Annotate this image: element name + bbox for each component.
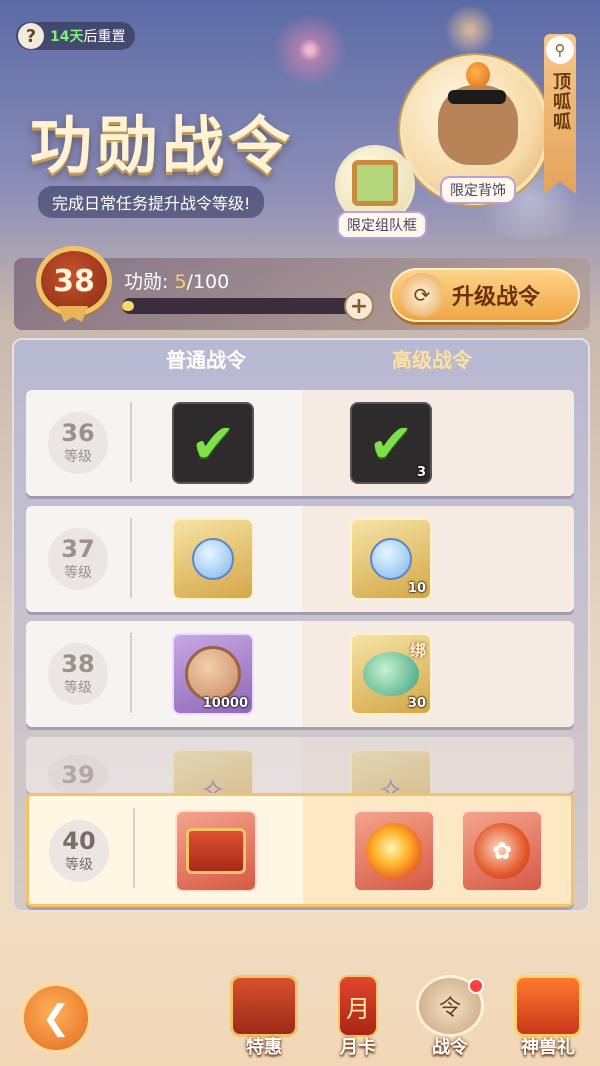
premium-reward-slot[interactable]: ✔ 3 xyxy=(350,402,432,484)
reward-count: 3 xyxy=(416,465,426,480)
row-level-badge: 36 等级 xyxy=(48,412,108,474)
merit-progress-fill xyxy=(122,301,134,311)
row-level-badge: 39 xyxy=(48,755,108,793)
nav-month-card[interactable]: 月 月卡 xyxy=(318,975,398,1066)
row-divider xyxy=(130,633,132,713)
nav-label: 神兽礼 xyxy=(521,1037,575,1058)
firework-decoration xyxy=(270,10,350,90)
premium-reward-slot[interactable]: ✧ xyxy=(350,749,432,793)
row-level-badge: 38 等级 xyxy=(48,643,108,705)
row-divider xyxy=(130,402,132,482)
month-card-icon: 月 xyxy=(338,975,378,1037)
page-subtitle: 完成日常任务提升战令等级! xyxy=(38,186,265,218)
merit-progress-bar xyxy=(122,298,354,314)
reward-count: 10000 xyxy=(202,696,248,711)
premium-row-background xyxy=(302,390,574,496)
page-title: 功勋战令 xyxy=(30,109,295,182)
row-level-badge: 40 等级 xyxy=(49,820,109,882)
row-level-badge: 37 等级 xyxy=(48,528,108,590)
upgrade-pass-button[interactable]: ⟳ 升级战令 xyxy=(390,268,580,322)
premium-row-background xyxy=(302,621,574,727)
firework-decoration xyxy=(440,0,500,60)
back-arrow-icon: ❮ xyxy=(41,998,71,1038)
reward-count: 10 xyxy=(407,581,426,596)
normal-reward-slot[interactable] xyxy=(172,518,254,600)
coin-icon xyxy=(185,646,241,702)
featured-frame-label: 限定组队框 xyxy=(337,211,427,239)
treasure-chest-icon xyxy=(186,828,246,874)
current-level-badge: 38 xyxy=(36,246,112,316)
reward-row: 38 等级 10000 绑 30 xyxy=(26,621,574,727)
fire-orb-icon xyxy=(366,823,422,879)
add-merit-button[interactable]: + xyxy=(344,291,374,321)
team-frame-icon xyxy=(352,160,398,206)
reward-row: 36 等级 ✔ ✔ 3 xyxy=(26,390,574,496)
bound-badge: 绑 xyxy=(409,641,426,660)
claimed-check-icon: ✔ xyxy=(190,411,236,475)
nav-label: 特惠 xyxy=(246,1037,282,1058)
nav-label: 战令 xyxy=(432,1037,468,1058)
premium-row-background xyxy=(302,506,574,612)
premium-reward-slot[interactable]: 绑 30 xyxy=(350,633,432,715)
upgrade-pass-label: 升级战令 xyxy=(452,285,541,310)
potion-icon xyxy=(192,538,234,580)
claimed-check-icon: ✔ xyxy=(368,411,414,475)
normal-reward-slot[interactable]: ✔ xyxy=(172,402,254,484)
normal-reward-slot[interactable]: ✧ xyxy=(172,749,254,793)
premium-reward-slot-2[interactable]: ✿ xyxy=(461,810,543,892)
reset-timer: 14天后重置 xyxy=(50,29,126,45)
reward-row: 39 ✧ ✧ xyxy=(26,737,574,793)
battle-pass-screen: ? 14天后重置 功勋战令 完成日常任务提升战令等级! 限定背饰 限定组队框 顶… xyxy=(0,0,600,1066)
nav-label: 月卡 xyxy=(340,1037,376,1058)
question-icon[interactable]: ? xyxy=(18,23,44,49)
featured-backpiece-label: 限定背饰 xyxy=(440,176,516,204)
back-button[interactable]: ❮ xyxy=(20,982,92,1054)
gift-chest-icon xyxy=(514,975,582,1037)
reward-row-highlighted: 40 等级 ✿ xyxy=(26,793,574,907)
premium-row-background xyxy=(302,737,574,793)
column-header-normal: 普通战令 xyxy=(166,348,246,372)
reward-count: 30 xyxy=(407,696,426,711)
nav-divine-beast-gift[interactable]: 神兽礼 xyxy=(508,975,588,1066)
premium-reward-slot[interactable]: 10 xyxy=(350,518,432,600)
row-divider xyxy=(130,518,132,598)
sunglasses-icon xyxy=(448,90,506,104)
column-header-premium: 高级战令 xyxy=(392,348,472,372)
orange-ornament-icon xyxy=(466,62,490,88)
normal-reward-slot[interactable] xyxy=(175,810,257,892)
reward-row: 37 等级 10 xyxy=(26,506,574,612)
nav-special-offer[interactable]: 特惠 xyxy=(224,975,304,1066)
normal-reward-slot[interactable]: 10000 xyxy=(172,633,254,715)
purple-claw-icon: ✧ xyxy=(378,772,404,794)
upgrade-arrow-icon: ⟳ xyxy=(400,273,444,317)
potion-icon xyxy=(370,538,412,580)
premium-reward-slot[interactable] xyxy=(353,810,435,892)
row-divider xyxy=(133,808,135,888)
side-tab-label: 顶呱呱 xyxy=(550,72,571,132)
paw-orb-icon: ✿ xyxy=(474,823,530,879)
chest-icon xyxy=(230,975,298,1037)
merit-progress-label: 功勋: 5/100 xyxy=(124,271,230,293)
magnifier-icon[interactable]: ⚲ xyxy=(546,36,574,64)
purple-claw-icon: ✧ xyxy=(200,772,226,794)
notification-dot xyxy=(468,978,484,994)
help-reset-timer[interactable]: ? 14天后重置 xyxy=(16,22,136,50)
